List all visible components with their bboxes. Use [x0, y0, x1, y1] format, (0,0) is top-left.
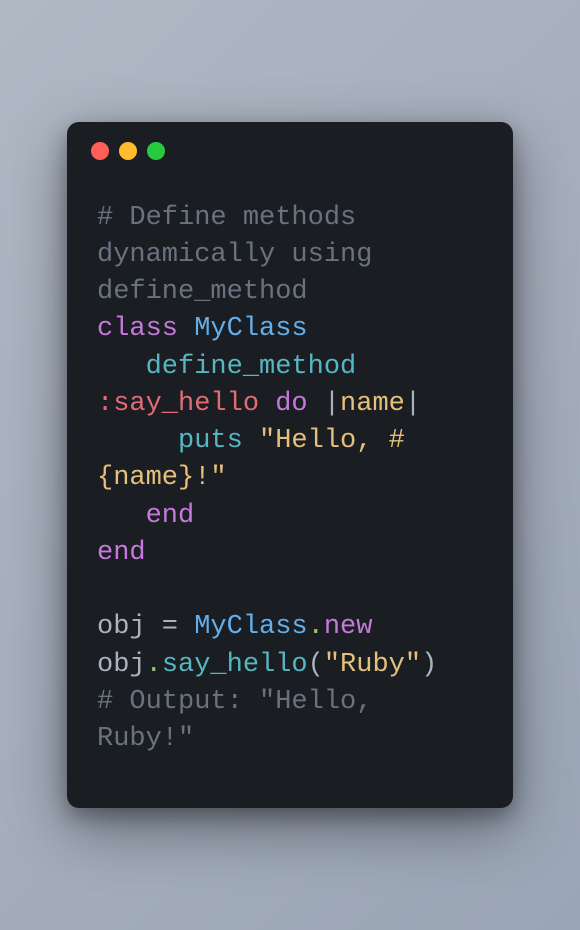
- code-token: define_method: [146, 352, 357, 382]
- code-token: "Ruby": [324, 650, 421, 680]
- code-token: [97, 352, 146, 382]
- code-token: =: [146, 612, 195, 642]
- code-token: .: [308, 612, 324, 642]
- code-token: [243, 426, 259, 456]
- close-icon[interactable]: [91, 142, 109, 160]
- code-token: name: [340, 389, 405, 419]
- code-window: # Define methods dynamically using defin…: [67, 122, 513, 809]
- code-token: ): [421, 650, 437, 680]
- code-token: |: [308, 389, 340, 419]
- code-block: # Define methods dynamically using defin…: [67, 160, 513, 809]
- code-token: .: [146, 650, 162, 680]
- code-token: new: [324, 612, 373, 642]
- window-titlebar: [67, 122, 513, 160]
- code-token: MyClass: [194, 612, 307, 642]
- code-token: :say_hello: [97, 389, 259, 419]
- code-token: class: [97, 314, 178, 344]
- maximize-icon[interactable]: [147, 142, 165, 160]
- code-token: puts: [178, 426, 243, 456]
- minimize-icon[interactable]: [119, 142, 137, 160]
- code-token: [97, 426, 178, 456]
- code-token: [178, 314, 194, 344]
- code-token: [356, 352, 372, 382]
- code-token: obj: [97, 650, 146, 680]
- code-token: (: [308, 650, 324, 680]
- code-token: |: [405, 389, 421, 419]
- code-token: MyClass: [194, 314, 307, 344]
- code-token: do: [275, 389, 307, 419]
- code-token: say_hello: [162, 650, 308, 680]
- code-token: [97, 501, 146, 531]
- code-token: end: [97, 538, 146, 568]
- code-token: [259, 389, 275, 419]
- code-token: # Output: "Hello, Ruby!": [97, 687, 389, 754]
- code-token: end: [146, 501, 195, 531]
- code-token: # Define methods dynamically using defin…: [97, 203, 389, 308]
- code-token: obj: [97, 612, 146, 642]
